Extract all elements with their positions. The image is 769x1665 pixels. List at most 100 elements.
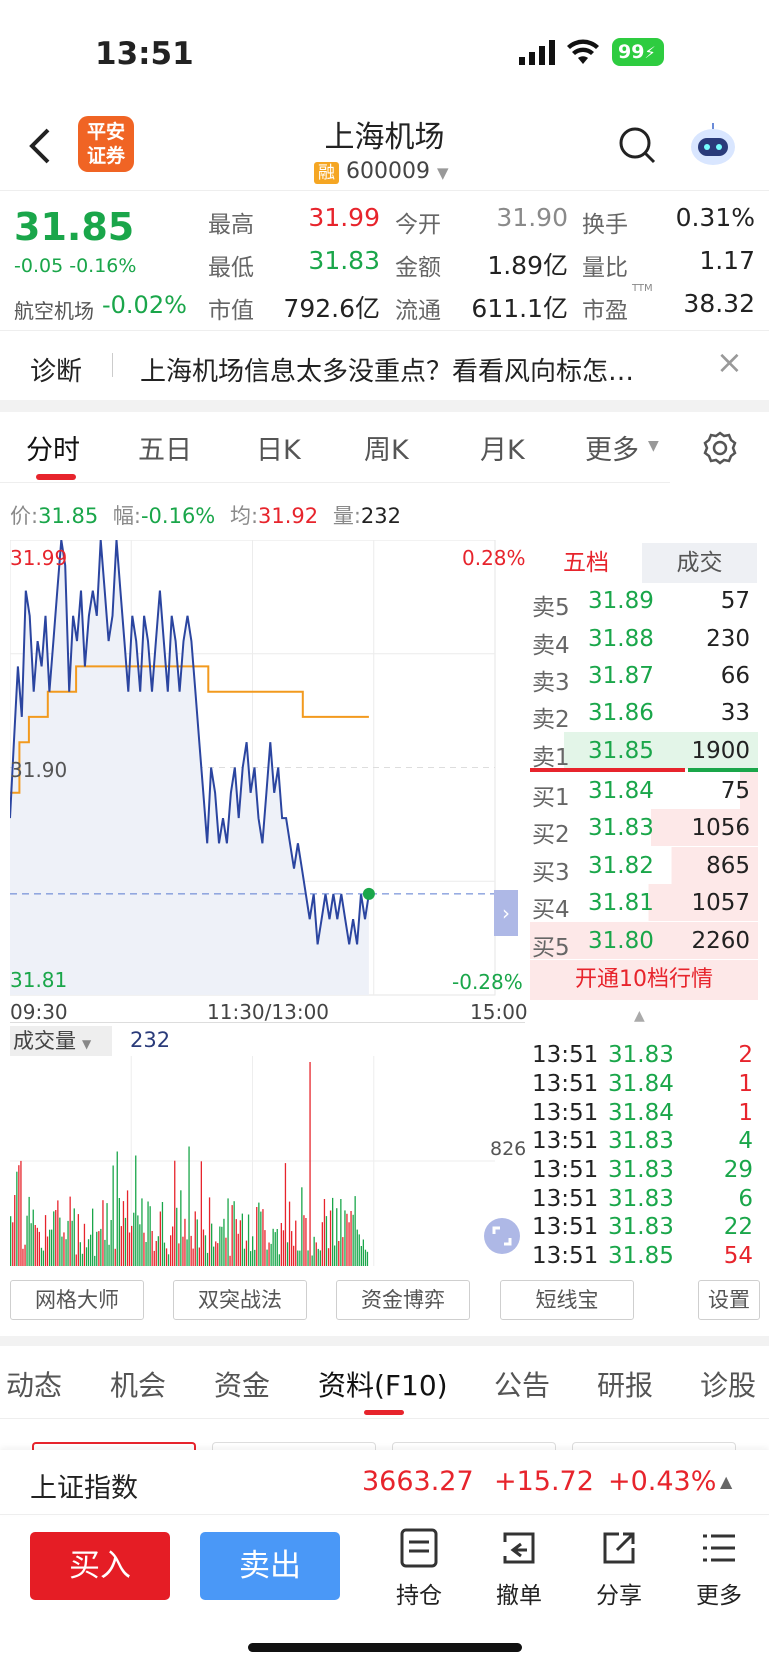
sell-button[interactable]: 卖出	[200, 1532, 340, 1600]
chevron-up-icon[interactable]: ▲	[720, 1472, 732, 1491]
buy-button[interactable]: 买入	[30, 1532, 170, 1600]
volume-bar	[358, 1234, 360, 1266]
search-icon[interactable]	[618, 126, 658, 170]
volume-bar	[106, 1203, 108, 1266]
volume-bar	[258, 1202, 260, 1266]
status-bar: 13:51 99⚡	[0, 0, 769, 110]
volume-bar	[184, 1218, 186, 1266]
tool-settings[interactable]: 设置	[698, 1280, 760, 1320]
orderbook-tab-five[interactable]: 五档	[530, 543, 642, 583]
buy-row[interactable]: 买5 31.80 2260	[530, 922, 758, 961]
index-name: 上证指数	[30, 1473, 138, 1504]
volume-bar	[153, 1250, 155, 1266]
volume-bar	[94, 1255, 96, 1266]
tool-capital-game[interactable]: 资金博弈	[336, 1280, 470, 1320]
cancel-order-button[interactable]: 撤单	[484, 1528, 554, 1610]
volume-bar	[319, 1250, 321, 1266]
volume-bar	[219, 1226, 221, 1266]
tab-announcements[interactable]: 公告	[494, 1364, 550, 1404]
tab-minute[interactable]: 分时	[26, 428, 80, 467]
volume-bar	[237, 1233, 239, 1266]
diagnosis-label: 诊断	[30, 357, 83, 387]
intraday-chart[interactable]	[10, 540, 525, 1050]
buy-row[interactable]: 买3 31.82 865	[530, 847, 758, 886]
sell-row[interactable]: 卖5 31.89 57	[530, 582, 758, 621]
volume-bar	[196, 1219, 198, 1266]
robot-assistant-icon[interactable]	[688, 120, 738, 170]
volume-bar	[87, 1239, 90, 1266]
fullscreen-icon[interactable]	[484, 1218, 520, 1254]
current-price-dot	[362, 887, 375, 900]
tab-five-day[interactable]: 五日	[138, 428, 192, 467]
volume-bar	[165, 1248, 168, 1266]
volume-bar	[63, 1232, 65, 1266]
volume-bar	[141, 1198, 143, 1266]
tab-news[interactable]: 动态	[6, 1364, 62, 1404]
tab-weekly-k[interactable]: 周K	[364, 428, 409, 467]
volume-bar	[178, 1243, 180, 1266]
volume-bar	[329, 1210, 332, 1266]
volume-bar	[92, 1208, 94, 1266]
volume-bar	[323, 1199, 326, 1266]
more-button[interactable]: 更多	[684, 1528, 754, 1610]
volume-bar	[307, 1250, 309, 1266]
buy-row[interactable]: 买1 31.84 75	[530, 772, 758, 811]
field-label: 流通	[395, 298, 441, 324]
tab-capital[interactable]: 资金	[214, 1364, 270, 1404]
tab-monthly-k[interactable]: 月K	[480, 428, 525, 467]
tab-active-indicator	[364, 1410, 404, 1415]
volume-bar	[96, 1231, 98, 1266]
volume-bar	[266, 1249, 268, 1266]
upgrade-level10-button[interactable]: 开通10档行情	[530, 960, 758, 1000]
volume-bar	[297, 1250, 299, 1266]
x-tick-label: 11:30/13:00	[207, 1000, 330, 1024]
document-icon	[400, 1528, 438, 1568]
tool-double-breakout[interactable]: 双突战法	[173, 1280, 307, 1320]
diagnosis-banner[interactable]: 诊断 上海机场信息太多没重点？看看风向标怎… ×	[0, 330, 769, 400]
x-tick-label: 15:00	[470, 1000, 528, 1024]
sell-row[interactable]: 卖3 31.87 66	[530, 657, 758, 696]
buy-row[interactable]: 买4 31.81 1057	[530, 884, 758, 923]
tab-diagnose[interactable]: 诊股	[700, 1364, 756, 1404]
volume-bar	[206, 1252, 209, 1266]
volume-bar	[282, 1230, 285, 1266]
section-gap	[0, 1336, 769, 1346]
index-ticker-bar[interactable]: 上证指数 3663.27 +15.72 +0.43% ▲	[0, 1450, 769, 1514]
volume-bar	[167, 1254, 170, 1266]
close-icon[interactable]: ×	[716, 343, 743, 381]
y-tick-label: 31.99	[10, 546, 68, 570]
undo-icon	[503, 1532, 535, 1564]
volume-indicator-selector[interactable]: 成交量 ▼	[10, 1026, 112, 1056]
field-value: 31.90	[496, 203, 568, 232]
chevron-up-icon[interactable]: ▲	[634, 1008, 645, 1024]
sell-row[interactable]: 卖1 31.85 1900	[530, 732, 758, 771]
tool-grid-master[interactable]: 网格大师	[10, 1280, 144, 1320]
volume-bar	[20, 1160, 22, 1266]
expand-orderbook-handle[interactable]: ›	[494, 890, 518, 936]
volume-bar	[295, 1220, 297, 1266]
volume-bar	[28, 1196, 30, 1266]
tab-opportunity[interactable]: 机会	[110, 1364, 166, 1404]
volume-bar	[213, 1246, 215, 1266]
divider	[0, 482, 670, 483]
share-button[interactable]: 分享	[584, 1528, 654, 1610]
buy-row[interactable]: 买2 31.83 1056	[530, 809, 758, 848]
sell-row[interactable]: 卖4 31.88 230	[530, 620, 758, 659]
tool-short-term[interactable]: 短线宝	[500, 1280, 634, 1320]
holdings-button[interactable]: 持仓	[384, 1528, 454, 1610]
volume-bar	[65, 1239, 67, 1266]
volume-bar	[260, 1211, 262, 1266]
y-tick-label: 31.81	[10, 968, 68, 992]
orderbook-tab-trades[interactable]: 成交	[642, 543, 757, 583]
volume-bar	[159, 1211, 161, 1266]
gear-icon[interactable]	[702, 430, 738, 470]
sell-row[interactable]: 卖2 31.86 33	[530, 694, 758, 733]
tab-f10[interactable]: 资料(F10)	[318, 1364, 448, 1404]
volume-bar	[79, 1242, 81, 1266]
volume-bar	[313, 1236, 315, 1266]
tab-daily-k[interactable]: 日K	[256, 428, 301, 467]
tab-research[interactable]: 研报	[597, 1364, 653, 1404]
tab-more[interactable]: 更多	[585, 428, 639, 467]
chart-tabs: 分时 五日 日K 周K 月K 更多 ▼	[0, 412, 769, 482]
stock-code-selector[interactable]: 融 600009 ▼	[314, 158, 449, 184]
